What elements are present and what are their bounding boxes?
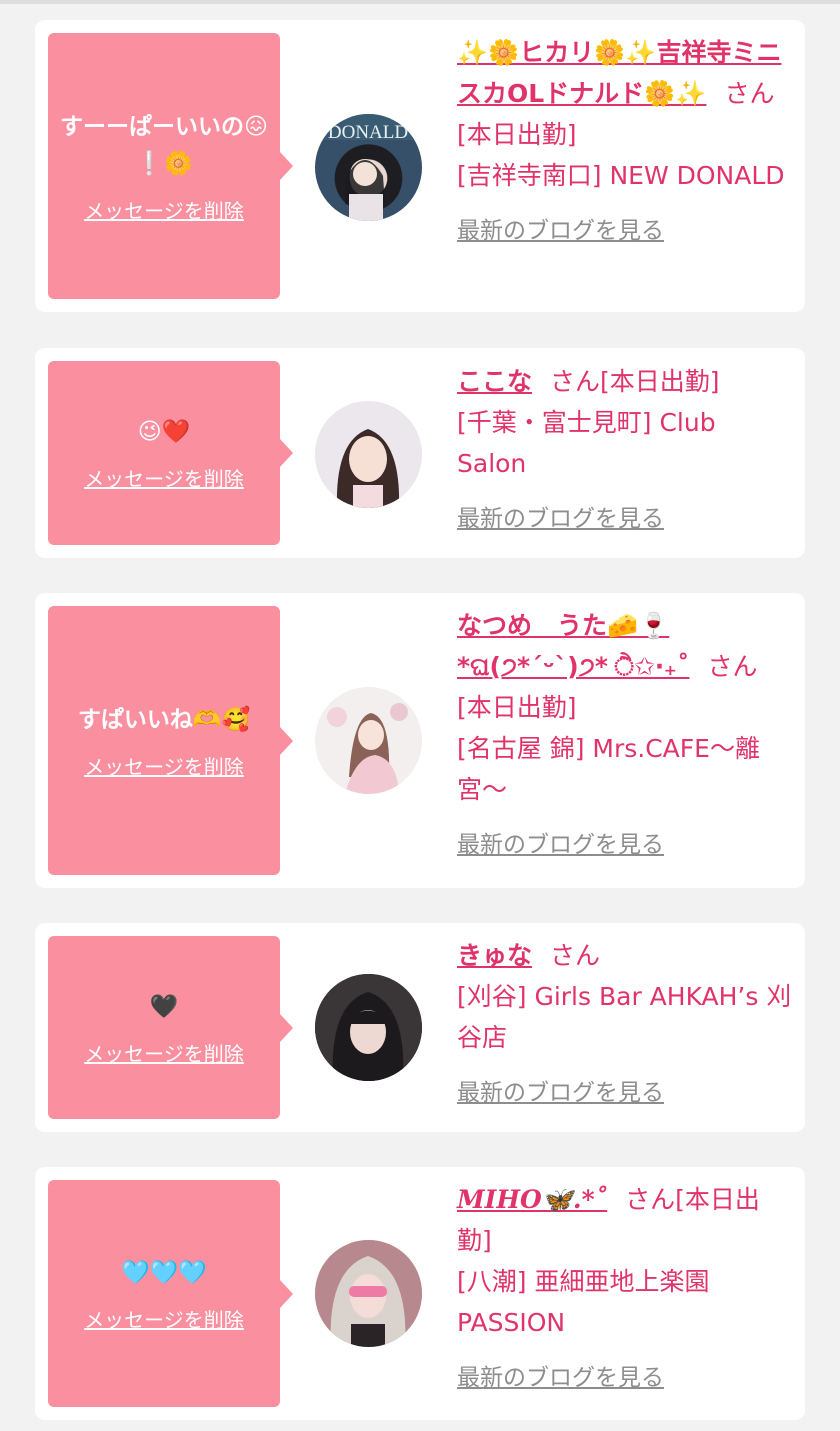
message-bubble: すーーぱーいいの😖❕🌼 メッセージを削除: [48, 33, 293, 299]
girl-name-link[interactable]: なつめ うた🧀🍷*ଘ(੭*ˊᵕˋ)੭* ੈ✩‧₊˚: [457, 611, 690, 681]
latest-blog-link[interactable]: 最新のブログを見る: [457, 828, 664, 862]
girl-name-link[interactable]: きゅな: [457, 941, 532, 970]
message-card: すーーぱーいいの😖❕🌼 メッセージを削除 DONALD ✨🌼ヒカリ🌼✨吉祥寺ミニ…: [35, 20, 805, 312]
top-divider: [0, 0, 840, 4]
delete-message-link[interactable]: メッセージを削除: [84, 195, 244, 224]
latest-blog-link[interactable]: 最新のブログを見る: [457, 502, 664, 536]
avatar[interactable]: [315, 1240, 422, 1347]
message-card: すぱいいね🫶🥰 メッセージを削除 なつめ うた🧀🍷*ଘ(੭*ˊᵕˋ)੭* ੈ✩‧…: [35, 593, 805, 888]
latest-blog-link[interactable]: 最新のブログを見る: [457, 1361, 664, 1395]
girl-status: さん: [550, 941, 601, 970]
girl-info: ✨🌼ヒカリ🌼✨吉祥寺ミニスカOLドナルド🌼✨ さん[本日出勤] [吉祥寺南口] N…: [457, 32, 792, 250]
girl-name-link[interactable]: ここな: [457, 367, 532, 396]
avatar-photo-icon: [315, 1240, 422, 1347]
store-name: [八潮] 亜細亜地上楽園PASSION: [457, 1267, 710, 1337]
avatar[interactable]: [315, 687, 422, 794]
message-card: 🩵🩵🩵 メッセージを削除 MIHO🦋.*˚ さん[本日出勤] [八潮] 亜細亜地上…: [35, 1167, 805, 1420]
message-bubble: すぱいいね🫶🥰 メッセージを削除: [48, 606, 293, 875]
message-text: すーーぱーいいの😖❕🌼: [60, 113, 268, 177]
message-text: 🩵🩵🩵: [121, 1259, 207, 1286]
delete-message-link[interactable]: メッセージを削除: [84, 1038, 244, 1067]
message-text: 🖤: [149, 993, 179, 1020]
girl-status: さん[本日出勤]: [550, 367, 720, 396]
message-bubble: 🩵🩵🩵 メッセージを削除: [48, 1180, 293, 1407]
avatar-photo-icon: DONALD: [315, 114, 422, 221]
girl-info: ここな さん[本日出勤] [千葉・富士見町] Club Salon 最新のブログを…: [457, 361, 792, 538]
avatar-photo-icon: [315, 974, 422, 1081]
message-bubble: 🖤 メッセージを削除: [48, 936, 293, 1119]
girl-name-link[interactable]: MIHO🦋.*˚: [457, 1185, 607, 1214]
avatar-sign-text: DONALD: [328, 122, 408, 143]
avatar[interactable]: DONALD: [315, 114, 422, 221]
avatar-photo-icon: [315, 687, 422, 794]
girl-info: なつめ うた🧀🍷*ଘ(੭*ˊᵕˋ)੭* ੈ✩‧₊˚ さん[本日出勤] [名古屋 錦…: [457, 605, 792, 864]
message-text: 😉❤️: [137, 419, 191, 445]
message-card: 🖤 メッセージを削除 きゅな さん [刈谷] Girls Bar AHKAH’s …: [35, 923, 805, 1132]
store-name: [千葉・富士見町] Club Salon: [457, 408, 716, 478]
store-name: [刈谷] Girls Bar AHKAH’s 刈谷店: [457, 982, 792, 1052]
delete-message-link[interactable]: メッセージを削除: [84, 463, 244, 492]
delete-message-link[interactable]: メッセージを削除: [84, 1304, 244, 1333]
store-name: [吉祥寺南口] NEW DONALD: [457, 161, 785, 190]
message-bubble: 😉❤️ メッセージを削除: [48, 361, 293, 545]
latest-blog-link[interactable]: 最新のブログを見る: [457, 1076, 664, 1110]
store-name: [名古屋 錦] Mrs.CAFE〜離宮〜: [457, 734, 760, 804]
girl-info: きゅな さん [刈谷] Girls Bar AHKAH’s 刈谷店 最新のブログを…: [457, 935, 792, 1112]
latest-blog-link[interactable]: 最新のブログを見る: [457, 214, 664, 248]
avatar[interactable]: [315, 974, 422, 1081]
message-card: 😉❤️ メッセージを削除 ここな さん[本日出勤] [千葉・富士見町] Club …: [35, 348, 805, 558]
girl-info: MIHO🦋.*˚ さん[本日出勤] [八潮] 亜細亜地上楽園PASSION 最新の…: [457, 1179, 792, 1397]
message-text: すぱいいね🫶🥰: [77, 706, 251, 733]
avatar[interactable]: [315, 401, 422, 508]
avatar-photo-icon: [315, 401, 422, 508]
delete-message-link[interactable]: メッセージを削除: [84, 751, 244, 780]
